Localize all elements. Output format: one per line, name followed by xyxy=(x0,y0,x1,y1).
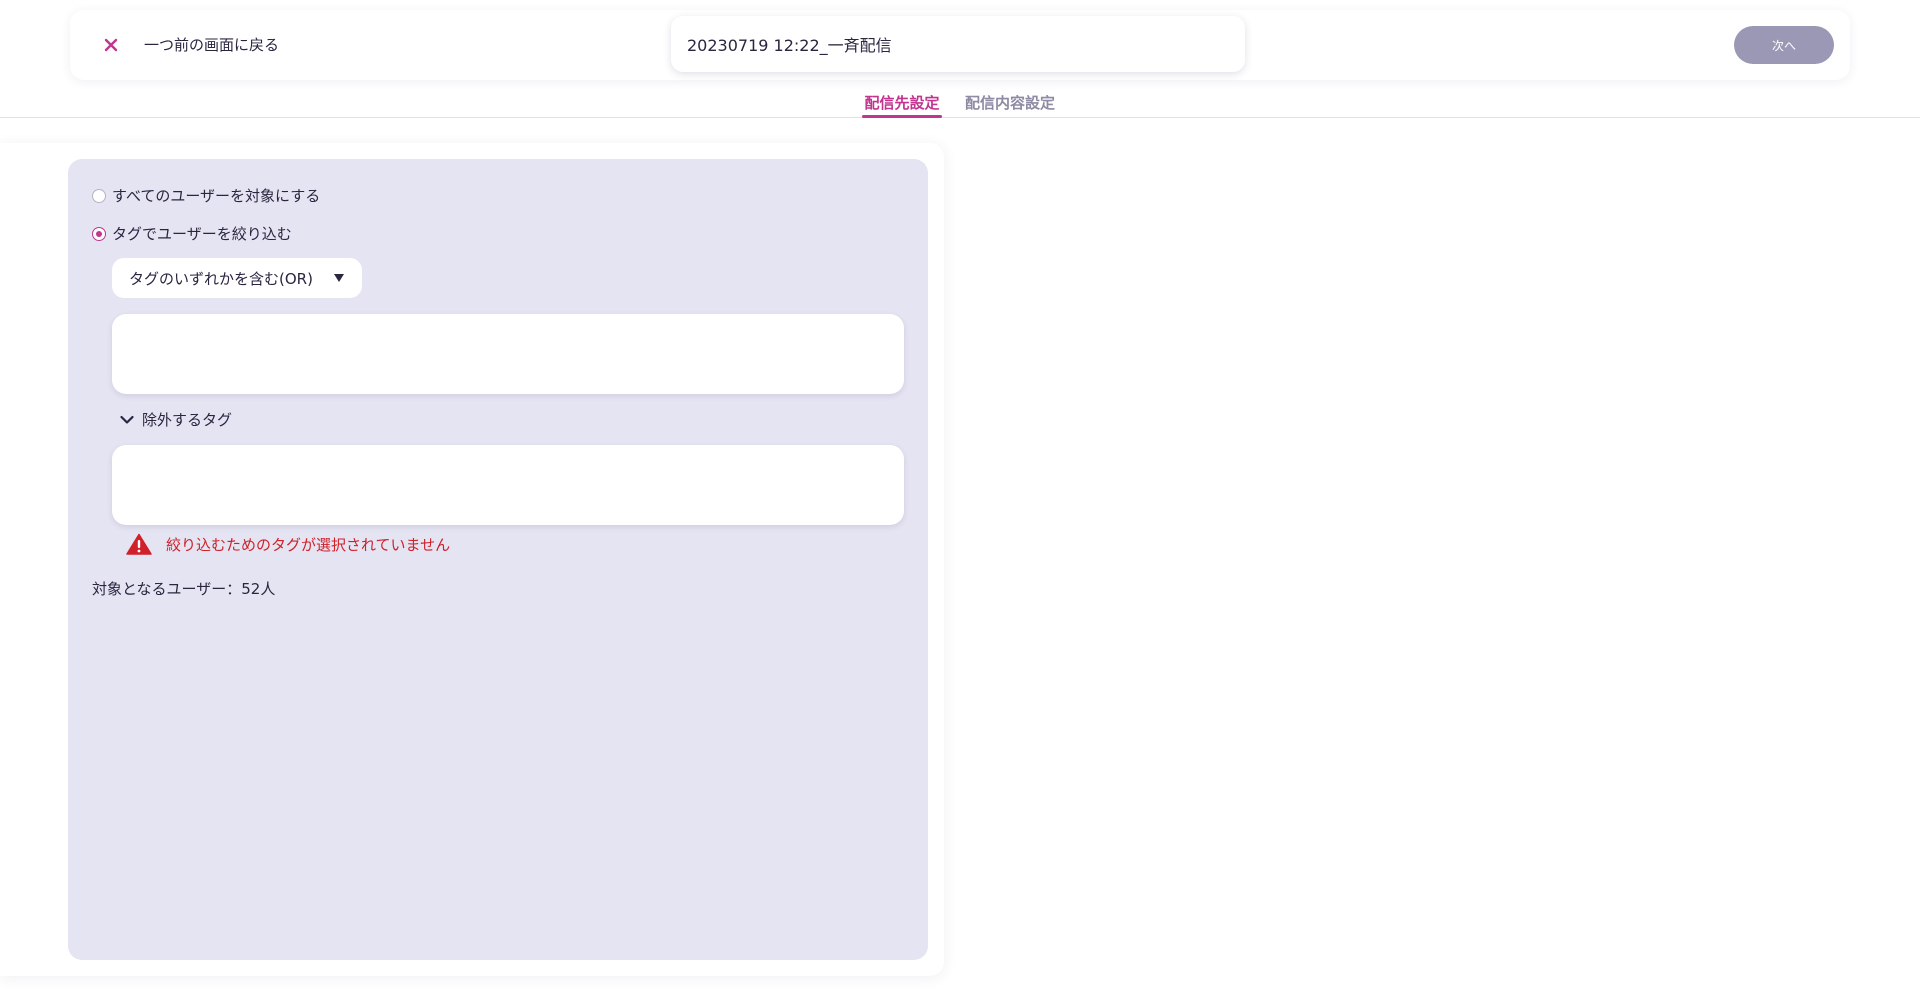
warning-icon xyxy=(126,533,152,555)
radio-all-users[interactable]: すべてのユーザーを対象にする xyxy=(92,185,320,206)
back-link[interactable]: 一つ前の画面に戻る xyxy=(144,34,279,55)
close-icon xyxy=(104,38,118,52)
radio-filter-by-tag[interactable]: タグでユーザーを絞り込む xyxy=(92,223,292,244)
close-button[interactable] xyxy=(98,32,124,58)
error-text: 絞り込むためのタグが選択されていません xyxy=(166,535,451,554)
tab-content-settings[interactable]: 配信内容設定 xyxy=(962,92,1058,118)
chevron-down-icon xyxy=(120,415,134,424)
tag-match-mode-select[interactable]: タグのいずれかを含む(OR) xyxy=(112,258,362,298)
tab-bar: 配信先設定 配信内容設定 xyxy=(0,92,1920,118)
tag-match-mode-value: タグのいずれかを含む(OR) xyxy=(129,269,313,288)
top-bar: 一つ前の画面に戻る 20230719 12:22_一斉配信 次へ xyxy=(70,10,1850,80)
include-tags-field[interactable] xyxy=(112,314,904,394)
tag-error-message: 絞り込むためのタグが選択されていません xyxy=(126,533,450,555)
target-user-count: 対象となるユーザー：52人 xyxy=(92,580,276,598)
exclude-tags-label: 除外するタグ xyxy=(142,411,233,429)
exclude-tags-toggle[interactable]: 除外するタグ xyxy=(120,409,232,430)
radio-button[interactable] xyxy=(92,188,106,203)
exclude-tags-field[interactable] xyxy=(112,445,904,525)
radio-button-selected[interactable] xyxy=(92,226,106,241)
broadcast-title-field[interactable]: 20230719 12:22_一斉配信 xyxy=(671,16,1245,72)
tab-destination-settings[interactable]: 配信先設定 xyxy=(862,92,942,118)
radio-filter-by-tag-label: タグでユーザーを絞り込む xyxy=(112,225,292,243)
radio-all-users-label: すべてのユーザーを対象にする xyxy=(112,187,321,205)
caret-down-icon xyxy=(334,274,344,282)
next-button[interactable]: 次へ xyxy=(1734,26,1834,64)
